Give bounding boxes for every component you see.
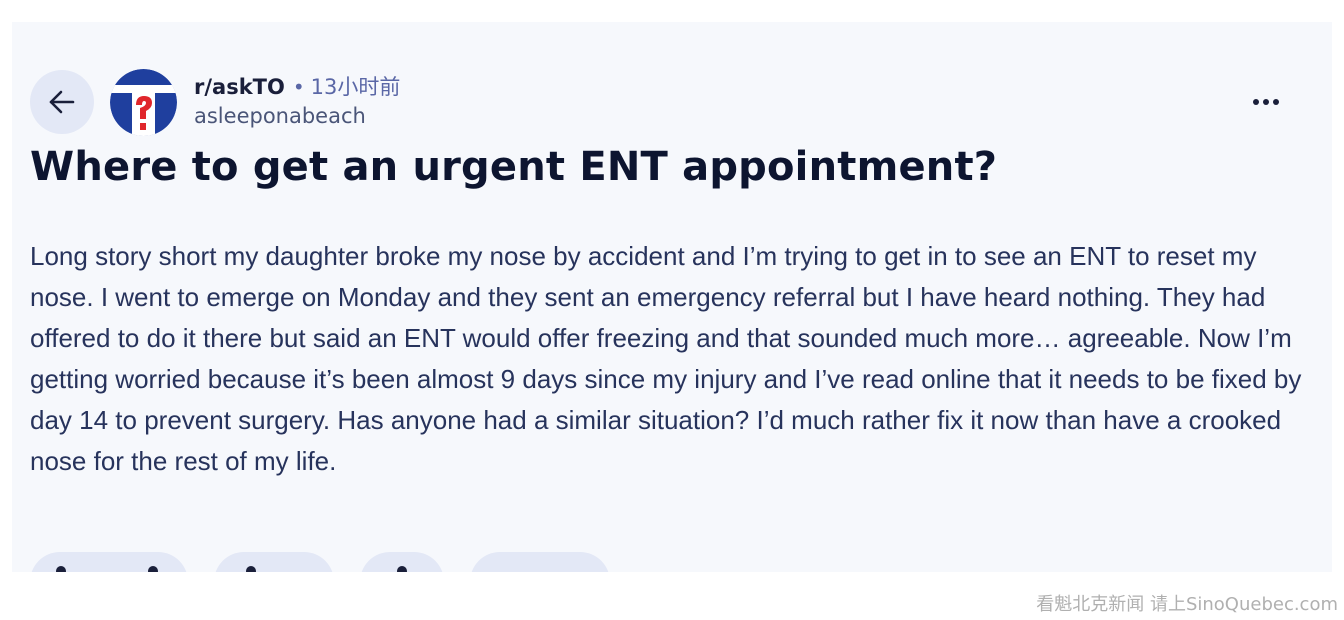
arrow-left-icon xyxy=(49,90,75,114)
more-horizontal-icon xyxy=(1253,99,1279,105)
subreddit-avatar[interactable] xyxy=(110,69,177,136)
upvote-icon xyxy=(56,566,66,572)
author-link[interactable]: asleeponabeach xyxy=(194,106,400,127)
post-body: Long story short my daughter broke my no… xyxy=(30,241,1302,476)
meta-separator: • xyxy=(292,75,305,99)
more-options-button[interactable] xyxy=(1244,82,1288,122)
comments-button[interactable] xyxy=(214,552,334,572)
subreddit-link[interactable]: r/askTO xyxy=(194,76,285,98)
downvote-icon xyxy=(148,566,158,572)
comment-icon xyxy=(246,566,256,572)
back-button[interactable] xyxy=(30,70,94,134)
post-title: Where to get an urgent ENT appointment? xyxy=(30,144,998,190)
post-meta: r/askTO • 13小时前 asleeponabeach xyxy=(194,72,400,127)
share-button[interactable] xyxy=(470,552,610,572)
award-icon xyxy=(397,566,407,572)
award-button[interactable] xyxy=(360,552,444,572)
post-timestamp: 13小时前 xyxy=(310,74,401,99)
post-card: r/askTO • 13小时前 asleeponabeach Where to … xyxy=(12,22,1332,572)
vote-button[interactable] xyxy=(30,552,188,572)
watermark: 看魁北克新闻 请上SinoQuebec.com xyxy=(1036,594,1338,615)
